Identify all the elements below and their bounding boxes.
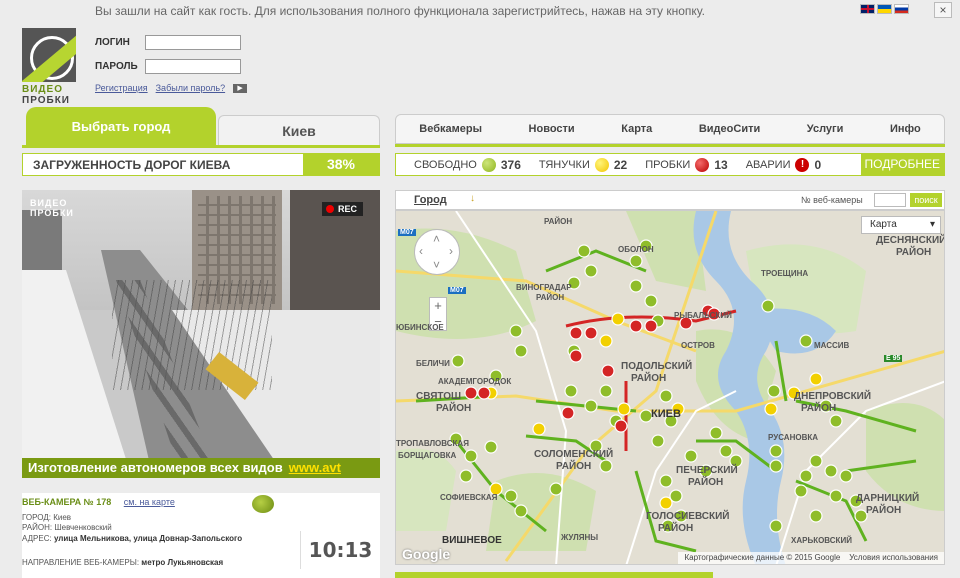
arrow-down-icon[interactable]: ↓ (470, 193, 475, 204)
slow-count: 22 (613, 157, 628, 172)
login-label: ЛОГИН (95, 37, 130, 48)
nav-map[interactable]: Карта (621, 123, 652, 135)
pan-left-icon[interactable]: ‹ (419, 244, 423, 258)
select-city-tab[interactable]: Выбрать город (26, 107, 216, 147)
accidents-count: 0 (814, 157, 822, 172)
zoom-in-icon[interactable]: + (430, 298, 446, 314)
login-submit-button[interactable]: ▶ (233, 83, 248, 93)
status-free[interactable]: СВОБОДНО 376 (396, 157, 521, 172)
ad-text: Изготовление автономеров всех видов (28, 460, 283, 475)
pan-right-icon[interactable]: › (449, 244, 453, 258)
pan-control[interactable]: ˄ ˅ ‹ › (414, 229, 460, 275)
password-label: ПАРОЛЬ (95, 61, 138, 72)
password-input[interactable] (145, 59, 241, 74)
english-flag-icon[interactable] (860, 4, 875, 14)
ad-banner[interactable]: Изготовление автономеров всех видов www.a… (22, 458, 380, 478)
map-type-select[interactable]: Карта (861, 216, 941, 234)
webcam-address: улица Мельникова, улица Довнар-Запольско… (53, 534, 243, 543)
main-nav: Вебкамеры Новости Карта ВидеоСити Услуги… (395, 114, 945, 144)
nav-videocity[interactable]: ВидеоСити (699, 123, 760, 135)
yellow-dot-icon (594, 157, 609, 172)
ukrainian-flag-icon[interactable] (877, 4, 892, 14)
red-dot-icon (695, 157, 710, 172)
pan-down-icon[interactable]: ˅ (433, 258, 440, 272)
logo-line1: ВИДЕО (22, 84, 63, 95)
green-dot-icon (481, 157, 496, 172)
alert-icon: ! (795, 157, 810, 172)
webcam-number-label: № веб-камеры (801, 195, 863, 205)
traffic-load-bar: ЗАГРУЖЕННОСТЬ ДОРОГ КИЕВА 38% (22, 153, 380, 176)
map-city-select[interactable]: Город (414, 194, 447, 206)
traffic-map[interactable]: Карта ˄ ˅ ‹ › + − РАЙОН ОБОЛОН ВИНОГРАДА… (395, 210, 945, 565)
city-tabs: Выбрать город Киев (22, 107, 380, 147)
map-attribution: Картографические данные © 2015 Google Ус… (678, 552, 944, 564)
russian-flag-icon[interactable] (894, 4, 909, 14)
site-logo[interactable]: ВИДЕО ПРОБКИ (22, 28, 77, 106)
refresh-icon[interactable] (252, 495, 274, 513)
main-nav-underline (395, 144, 945, 147)
password-row: ПАРОЛЬ (95, 59, 241, 74)
free-count: 376 (500, 157, 521, 172)
login-input[interactable] (145, 35, 241, 50)
traffic-status-bar: СВОБОДНО 376 ТЯНУЧКИ 22 ПРОБКИ 13 АВАРИИ… (395, 153, 945, 176)
search-button[interactable]: поиск (910, 193, 942, 207)
webcam-watermark: ВИДЕО ПРОБКИ (30, 198, 74, 218)
webcam-number-input[interactable] (874, 193, 906, 207)
guest-notice: Вы зашли на сайт как гость. Для использо… (95, 4, 705, 18)
google-logo[interactable]: Google (402, 546, 450, 562)
jams-count: 13 (714, 157, 728, 172)
webcam-district: Шевченковский (54, 523, 112, 532)
logo-icon (22, 28, 76, 82)
nav-info[interactable]: Инфо (890, 123, 921, 135)
login-row: ЛОГИН (95, 35, 241, 50)
webcam-view[interactable]: ВИДЕО ПРОБКИ REC Изготовление автономеро… (22, 190, 380, 478)
map-toolbar: Город ↓ № веб-камеры поиск (395, 190, 945, 210)
more-details-button[interactable]: ПОДРОБНЕЕ (860, 154, 944, 175)
city-tabs-underline (22, 145, 380, 148)
webcam-city: Киев (53, 513, 72, 522)
nav-services[interactable]: Услуги (807, 123, 844, 135)
rec-badge: REC (322, 202, 364, 216)
ad-url-link[interactable]: www.avt (289, 460, 341, 475)
webcam-time: 10:13 (300, 531, 380, 569)
close-button[interactable]: × (934, 2, 952, 18)
status-accidents[interactable]: АВАРИИ ! 0 (728, 157, 822, 172)
webcam-info: ВЕБ-КАМЕРА № 178 см. на карте ГОРОД: Кие… (22, 493, 380, 578)
nav-webcams[interactable]: Вебкамеры (419, 123, 482, 135)
pan-up-icon[interactable]: ˄ (433, 232, 440, 246)
language-switcher[interactable] (860, 4, 909, 14)
status-slow[interactable]: ТЯНУЧКИ 22 (521, 157, 628, 172)
forgot-password-link[interactable]: Забыли пароль? (156, 83, 225, 93)
bottom-accent-bar (395, 572, 713, 578)
logo-line2: ПРОБКИ (22, 95, 70, 106)
show-on-map-link[interactable]: см. на карте (124, 497, 175, 507)
traffic-load-value: 38% (303, 154, 379, 175)
current-city-tab[interactable]: Киев (218, 115, 380, 147)
login-links: Регистрация Забыли пароль? ▶ (95, 83, 248, 93)
terms-of-use-link[interactable]: Условия использования (849, 553, 938, 562)
nav-news[interactable]: Новости (529, 123, 575, 135)
traffic-load-label: ЗАГРУЖЕННОСТЬ ДОРОГ КИЕВА (33, 158, 231, 172)
status-jams[interactable]: ПРОБКИ 13 (627, 157, 728, 172)
webcam-id: ВЕБ-КАМЕРА № 178 (22, 497, 112, 507)
register-link[interactable]: Регистрация (95, 83, 148, 93)
webcam-direction: метро Лукьяновская (141, 558, 224, 567)
